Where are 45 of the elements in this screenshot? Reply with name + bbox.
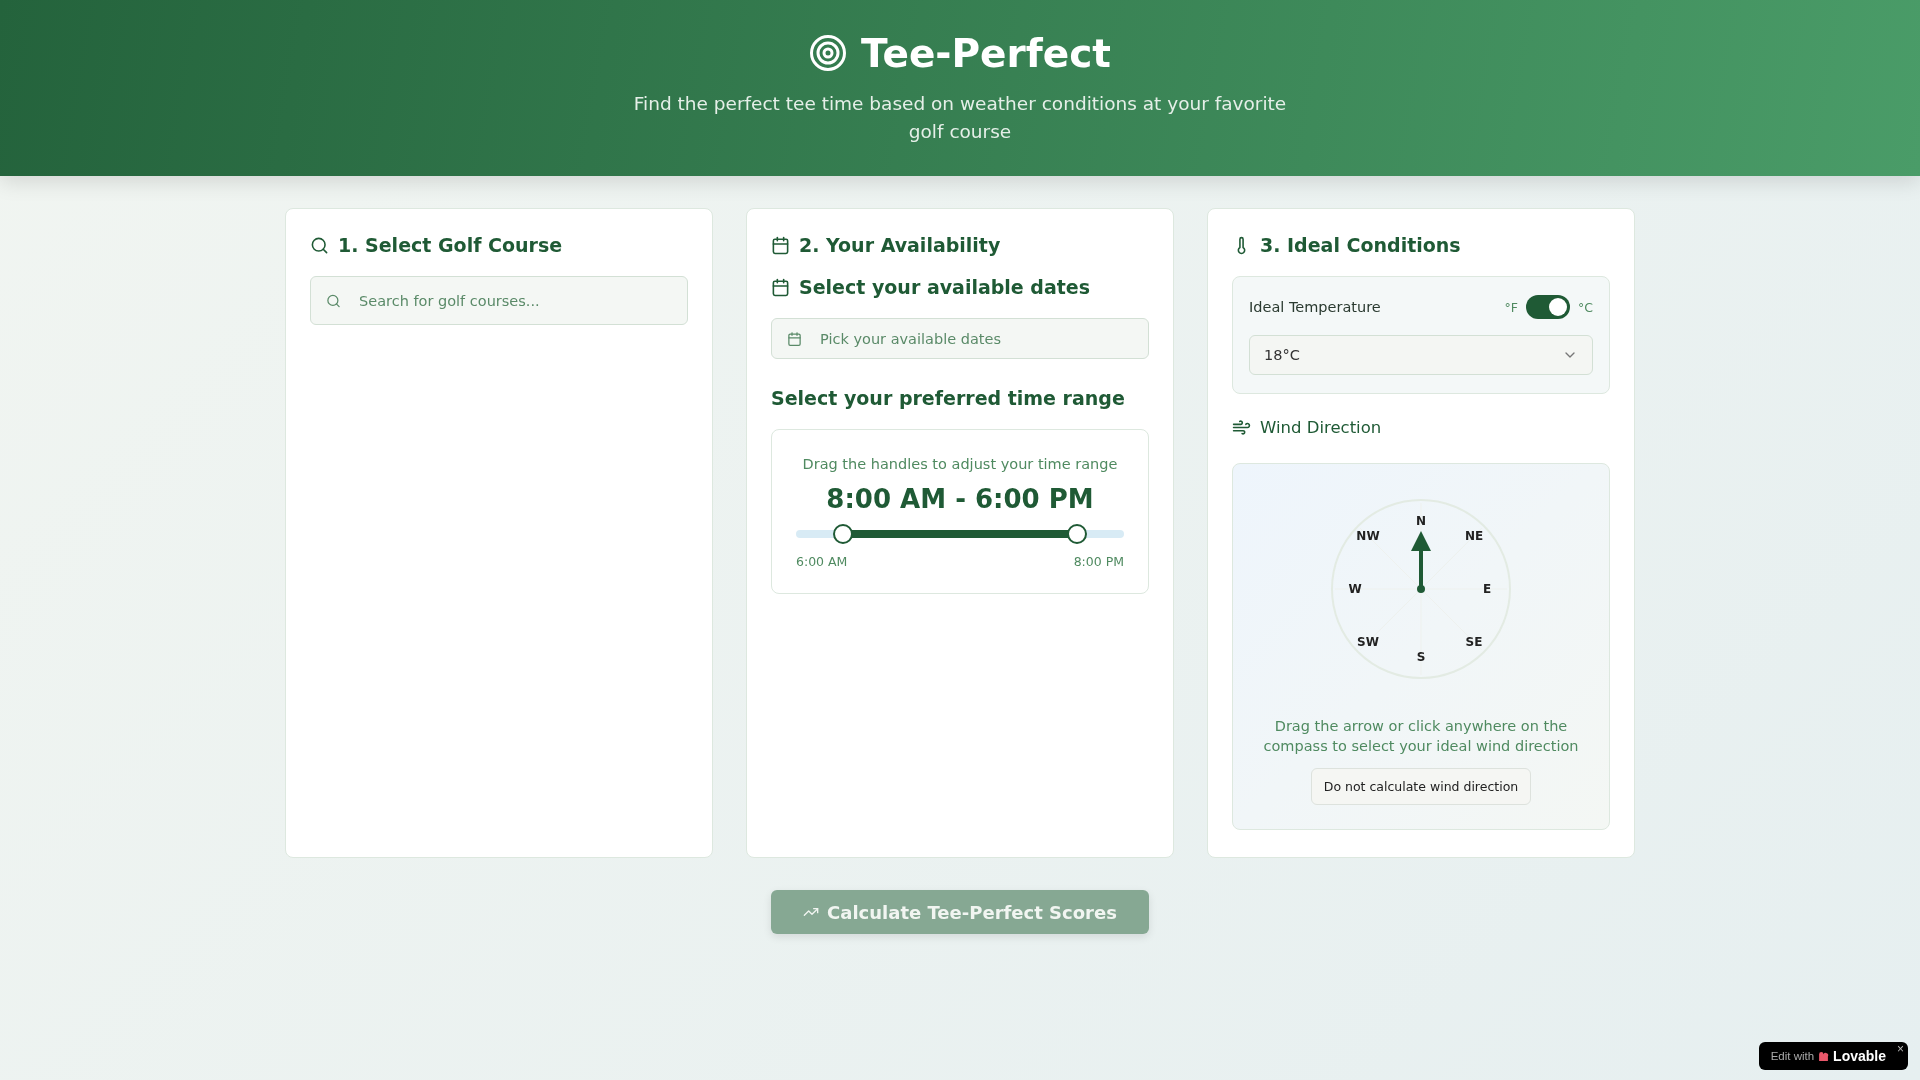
slider-handle[interactable]: [832, 524, 853, 544]
unit-label: °C: [1578, 299, 1593, 315]
compass-label: SW: [1357, 635, 1379, 650]
badge-text: Edit with: [1770, 1050, 1815, 1062]
slider-hint: Drag the handles to adjust your time range: [802, 455, 1118, 474]
edit-badge[interactable]: Edit with Lovable ×: [1758, 1042, 1908, 1070]
search-icon: [326, 293, 341, 308]
unit-label: °F: [1504, 299, 1518, 315]
card-title: 1. Select Golf Course: [338, 234, 563, 256]
brand-text: Lovable: [1833, 1048, 1886, 1064]
compass-label: NE: [1464, 528, 1484, 543]
wind-heading: Wind Direction: [1260, 418, 1382, 437]
section-heading: Select your available dates: [799, 276, 1091, 298]
compass-label: SE: [1465, 635, 1483, 650]
app-subtitle: Find the perfect tee time based on weather conditions at your favorite golf course: [632, 91, 1288, 144]
compass-label: W: [1348, 582, 1362, 596]
date-field[interactable]: Pick your available dates: [771, 318, 1149, 359]
close-button[interactable]: ×: [1897, 1042, 1904, 1056]
skip-wind-button[interactable]: Do not calculate wind direction: [1310, 768, 1532, 805]
search-field[interactable]: Search for golf courses...: [310, 276, 688, 325]
card-title: 3. Ideal Conditions: [1260, 234, 1461, 256]
calendar-icon: [771, 277, 790, 297]
section-heading: Select your preferred time range: [771, 387, 1126, 409]
card-title: 2. Your Availability: [799, 234, 1001, 256]
unit-toggle[interactable]: [1526, 295, 1570, 319]
calendar-icon: [787, 331, 802, 346]
time-range-reading: 8:00 AM - 6:00 PM: [826, 484, 1094, 514]
slider-min-label: 6:00 AM: [796, 554, 848, 569]
app-title: Tee-Perfect: [861, 30, 1111, 76]
slider-handle[interactable]: [1067, 524, 1088, 544]
target-icon: [809, 34, 847, 72]
slider-max-label: 8:00 PM: [1073, 554, 1124, 569]
compass-dial[interactable]: [1331, 499, 1511, 679]
calendar-icon: [771, 235, 790, 255]
wind-icon: [1232, 418, 1251, 437]
compass-label: E: [1482, 582, 1492, 596]
compass-label: NW: [1356, 528, 1380, 543]
temperature-select[interactable]: 18°C: [1249, 335, 1593, 375]
heart-icon: [1818, 1050, 1830, 1062]
compass-label: N: [1416, 514, 1426, 528]
compass-label: S: [1416, 650, 1426, 664]
compass-hint: Drag the arrow or click anywhere on the compass to select your ideal wind direction: [1262, 717, 1580, 756]
temperature-label: Ideal Temperature: [1249, 299, 1381, 315]
search-icon: [310, 235, 329, 255]
wind-arrow[interactable]: [1411, 531, 1431, 593]
